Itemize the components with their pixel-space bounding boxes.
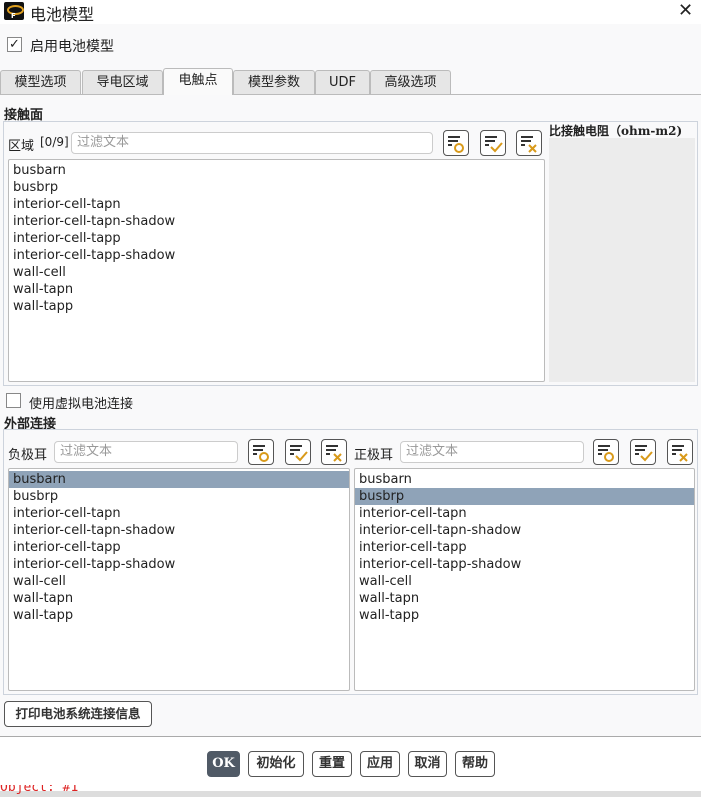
positive-filter-input[interactable]: 过滤文本: [400, 441, 584, 463]
enable-battery-label: 启用电池模型: [30, 39, 114, 55]
positive-tab-list[interactable]: busbarn busbrp interior-cell-tapn interior-…: [354, 468, 695, 691]
virtual-connection-label: 使用虚拟电池连接: [29, 397, 134, 412]
list-item[interactable]: interior-cell-tapp-shadow: [9, 556, 349, 573]
tab-advanced-options[interactable]: 高级选项: [370, 70, 451, 94]
list-item[interactable]: interior-cell-tapn: [9, 196, 544, 213]
select-all-icon[interactable]: [480, 130, 506, 156]
list-item[interactable]: wall-tapp: [9, 607, 349, 624]
positive-filter-select-icon[interactable]: [593, 439, 619, 465]
list-item[interactable]: wall-cell: [355, 573, 694, 590]
list-item[interactable]: wall-tapp: [355, 607, 694, 624]
list-item[interactable]: busbrp: [355, 488, 694, 505]
ok-button[interactable]: OK: [207, 751, 240, 777]
help-button[interactable]: 帮助: [455, 751, 495, 777]
list-item[interactable]: interior-cell-tapn: [355, 505, 694, 522]
list-item[interactable]: interior-cell-tapn: [9, 505, 349, 522]
positive-deselect-all-icon[interactable]: [667, 439, 693, 465]
list-item[interactable]: interior-cell-tapn-shadow: [355, 522, 694, 539]
negative-filter-input[interactable]: 过滤文本: [54, 441, 238, 463]
virtual-connection-checkbox[interactable]: [6, 393, 21, 408]
tab-electric-contacts[interactable]: 电触点: [163, 68, 233, 95]
apply-button[interactable]: 应用: [360, 751, 400, 777]
negative-tab-list[interactable]: busbarn busbrp interior-cell-tapn interior-…: [8, 468, 350, 691]
contact-resistance-panel: [549, 138, 695, 382]
list-item[interactable]: wall-tapn: [9, 281, 544, 298]
title-bar: F 电池模型 ✕: [0, 0, 701, 24]
negative-tab-label: 负极耳: [8, 448, 48, 463]
tab-model-parameters[interactable]: 模型参数: [233, 70, 315, 94]
reset-button[interactable]: 重置: [312, 751, 352, 777]
window-title: 电池模型: [30, 5, 95, 24]
list-item[interactable]: wall-tapn: [355, 590, 694, 607]
list-item[interactable]: busbrp: [9, 179, 544, 196]
list-item[interactable]: busbarn: [9, 471, 349, 488]
list-item[interactable]: interior-cell-tapp: [9, 230, 544, 247]
tab-conductive-zones[interactable]: 导电区域: [82, 70, 163, 94]
initialize-button[interactable]: 初始化: [248, 751, 304, 777]
background-window: [0, 791, 701, 797]
cancel-button[interactable]: 取消: [408, 751, 447, 777]
filter-select-icon[interactable]: [443, 130, 469, 156]
zone-label: 区域: [8, 139, 35, 154]
negative-select-all-icon[interactable]: [285, 439, 311, 465]
list-item[interactable]: interior-cell-tapn-shadow: [9, 213, 544, 230]
list-item[interactable]: interior-cell-tapp-shadow: [355, 556, 694, 573]
print-connection-info-button[interactable]: 打印电池系统连接信息: [4, 701, 152, 727]
enable-battery-checkbox[interactable]: ✓: [7, 37, 22, 52]
deselect-all-icon[interactable]: [516, 130, 542, 156]
negative-deselect-all-icon[interactable]: [321, 439, 347, 465]
app-logo-icon: F: [4, 2, 24, 20]
list-item[interactable]: interior-cell-tapp: [9, 539, 349, 556]
zone-count: [0/9]: [40, 135, 69, 149]
tab-model-options[interactable]: 模型选项: [0, 70, 81, 94]
close-icon[interactable]: ✕: [678, 0, 693, 21]
positive-select-all-icon[interactable]: [630, 439, 656, 465]
list-item[interactable]: wall-tapp: [9, 298, 544, 315]
zone-filter-input[interactable]: 过滤文本: [71, 132, 433, 154]
list-item[interactable]: busbarn: [355, 471, 694, 488]
contact-resistance-label: 比接触电阻（ohm-m2): [549, 124, 683, 138]
list-item[interactable]: interior-cell-tapp-shadow: [9, 247, 544, 264]
list-item[interactable]: wall-cell: [9, 573, 349, 590]
list-item[interactable]: busbrp: [9, 488, 349, 505]
background-console-text: Object: #1: [0, 785, 79, 795]
tab-udf[interactable]: UDF: [315, 70, 370, 94]
list-item[interactable]: wall-tapn: [9, 590, 349, 607]
negative-filter-select-icon[interactable]: [248, 439, 274, 465]
contact-zone-list[interactable]: busbarn busbrp interior-cell-tapn interior-…: [8, 159, 545, 382]
list-item[interactable]: busbarn: [9, 162, 544, 179]
list-item[interactable]: interior-cell-tapn-shadow: [9, 522, 349, 539]
tab-divider: [0, 94, 701, 95]
positive-tab-label: 正极耳: [354, 448, 394, 463]
list-item[interactable]: interior-cell-tapp: [355, 539, 694, 556]
list-item[interactable]: wall-cell: [9, 264, 544, 281]
